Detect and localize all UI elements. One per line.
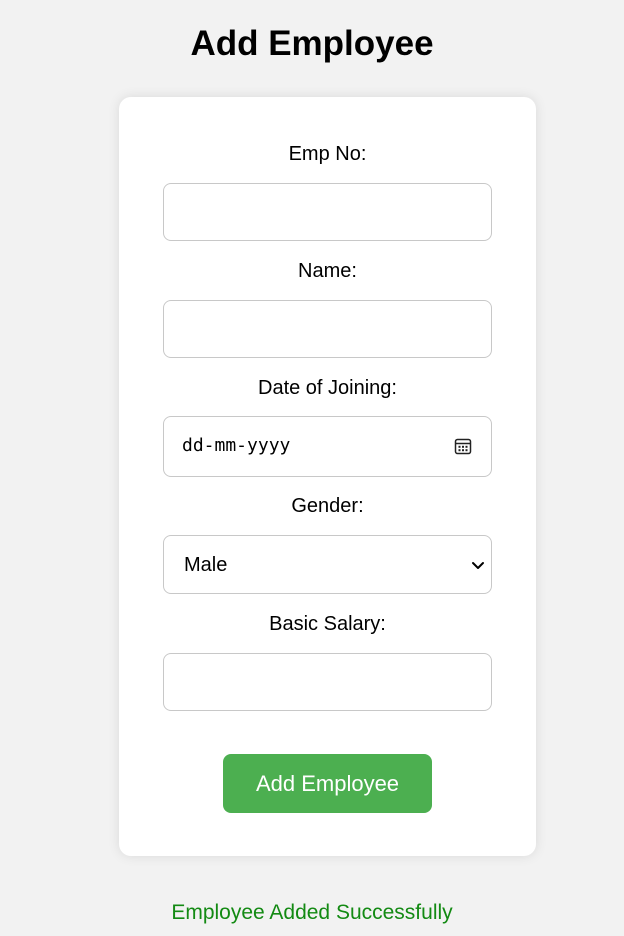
gender-selected-value: Male xyxy=(184,554,228,576)
name-label: Name: xyxy=(298,260,357,282)
calendar-icon[interactable] xyxy=(454,437,472,455)
date-of-joining-input[interactable]: dd-mm-yyyy xyxy=(163,416,492,477)
emp-no-label: Emp No: xyxy=(288,143,367,165)
date-of-joining-label: Date of Joining: xyxy=(258,377,397,399)
add-employee-button[interactable]: Add Employee xyxy=(223,754,432,813)
basic-salary-input[interactable] xyxy=(163,653,492,711)
basic-salary-label: Basic Salary: xyxy=(269,613,386,635)
gender-label: Gender: xyxy=(291,495,364,517)
chevron-down-icon xyxy=(470,556,486,572)
success-message: Employee Added Successfully xyxy=(171,901,453,924)
employee-form-card: Emp No: Name: Date of Joining: dd-mm-yyy… xyxy=(119,97,536,856)
gender-select[interactable]: Male xyxy=(163,535,492,594)
page-title: Add Employee xyxy=(190,24,434,63)
emp-no-input[interactable] xyxy=(163,183,492,241)
name-input[interactable] xyxy=(163,300,492,358)
date-placeholder: dd-mm-yyyy xyxy=(182,435,291,456)
